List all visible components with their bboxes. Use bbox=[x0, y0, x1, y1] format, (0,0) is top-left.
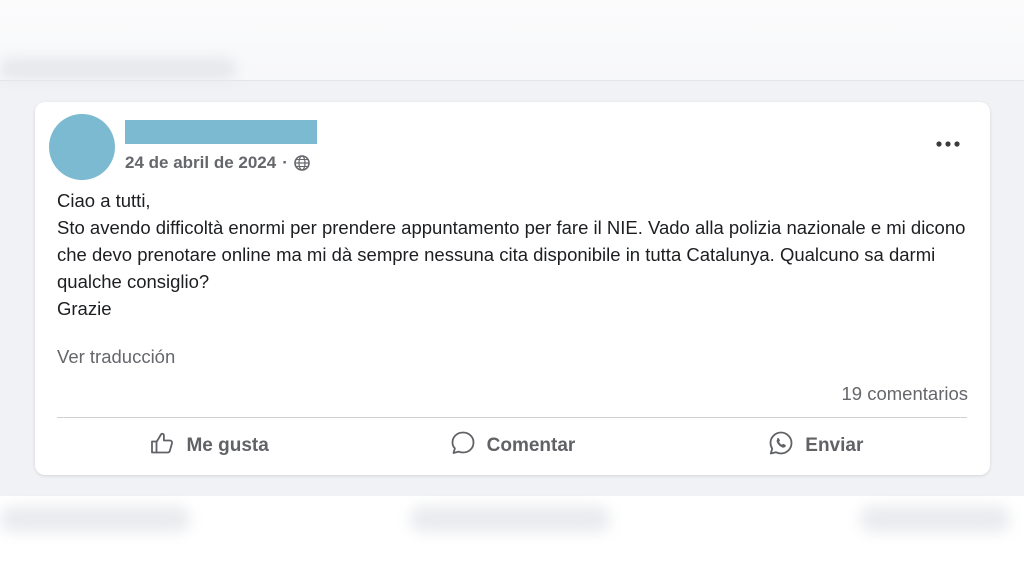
whatsapp-icon bbox=[767, 429, 795, 463]
comment-button[interactable]: Comentar bbox=[360, 424, 663, 468]
post-text-line: Sto avendo difficoltà enormi per prender… bbox=[57, 217, 966, 292]
meta-separator: · bbox=[282, 153, 288, 172]
post-text: Ciao a tutti, Sto avendo difficoltà enor… bbox=[57, 187, 967, 322]
like-button[interactable]: Me gusta bbox=[57, 424, 360, 468]
comments-count[interactable]: 19 comentarios bbox=[842, 383, 968, 405]
globe-icon[interactable] bbox=[294, 155, 310, 171]
comment-icon bbox=[449, 429, 477, 463]
avatar[interactable] bbox=[49, 114, 115, 180]
send-button[interactable]: Enviar bbox=[664, 424, 967, 468]
post-meta: 24 de abril de 2024 · bbox=[125, 152, 310, 174]
divider bbox=[57, 417, 967, 418]
blurred-footer-item bbox=[0, 506, 190, 532]
send-label: Enviar bbox=[805, 435, 864, 456]
thumbs-up-icon bbox=[148, 429, 176, 463]
more-horizontal-icon bbox=[935, 135, 961, 153]
see-translation-link[interactable]: Ver traducción bbox=[57, 346, 175, 368]
post-text-line: Grazie bbox=[57, 298, 112, 319]
post-date[interactable]: 24 de abril de 2024 bbox=[125, 153, 276, 173]
like-label: Me gusta bbox=[186, 435, 269, 456]
blurred-footer bbox=[0, 496, 1024, 576]
post-text-line: Ciao a tutti, bbox=[57, 190, 151, 211]
blurred-footer-item bbox=[860, 506, 1010, 532]
post-card: 24 de abril de 2024 · Ciao a tutti, Sto … bbox=[35, 102, 990, 475]
blurred-footer-item bbox=[410, 506, 610, 532]
blurred-header bbox=[0, 0, 1024, 81]
blurred-header-text bbox=[0, 58, 236, 80]
comment-label: Comentar bbox=[486, 435, 576, 456]
more-options-button[interactable] bbox=[930, 130, 966, 158]
author-name-redacted[interactable] bbox=[125, 120, 317, 144]
post-actions: Me gusta Comentar Enviar bbox=[57, 424, 967, 468]
